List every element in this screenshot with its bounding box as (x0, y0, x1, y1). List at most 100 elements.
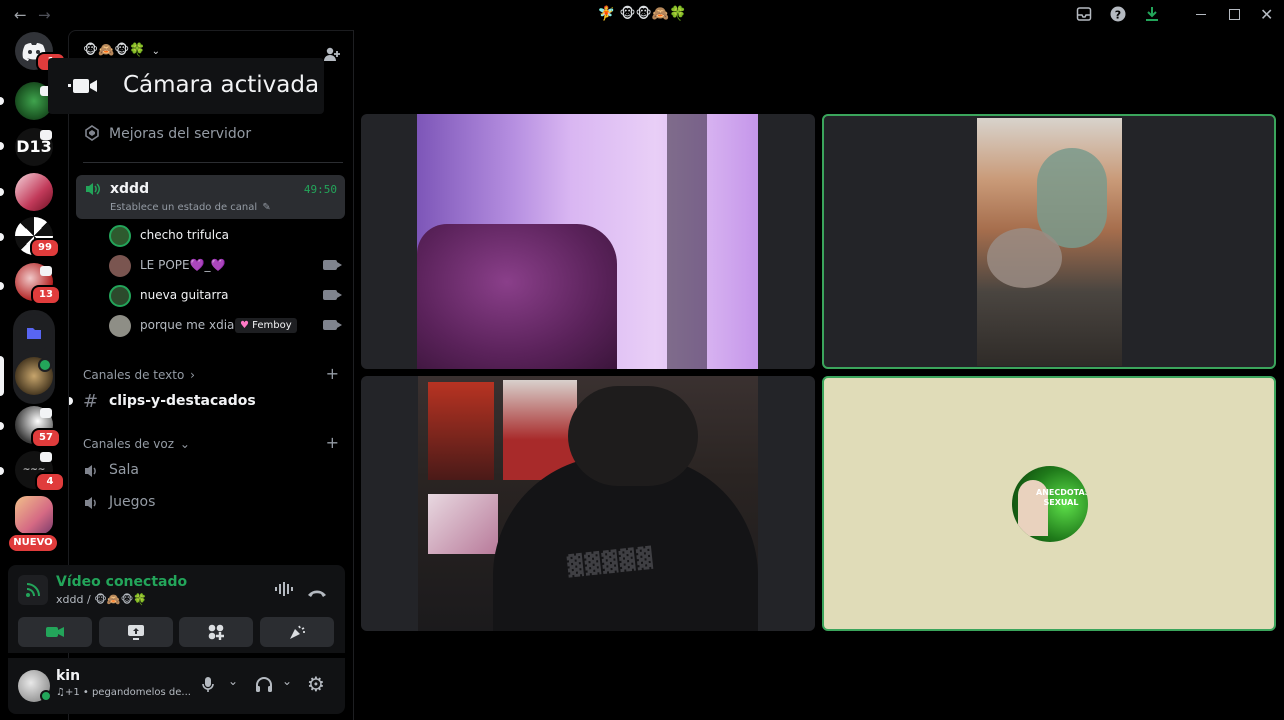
unread-pill (0, 233, 4, 241)
voice-location[interactable]: xddd / 🐵🙈🐵🍀 (56, 593, 147, 606)
heart-icon: ♥ (240, 320, 249, 331)
mention-badge: 13 (31, 285, 61, 305)
headphones-icon[interactable] (255, 676, 273, 698)
video-feed-purple-room (417, 114, 758, 369)
voice-user[interactable]: LE POPE💜_💜 (109, 253, 345, 279)
download-icon[interactable] (1142, 6, 1162, 24)
video-feed-upside-down (977, 118, 1122, 366)
call-timer: 49:50 (303, 183, 337, 196)
chevron-right-icon: › (190, 368, 195, 382)
unread-pill (69, 397, 73, 405)
chevron-down-icon[interactable]: ⌄ (228, 674, 238, 688)
add-member-icon[interactable] (323, 45, 341, 67)
camera-icon (323, 320, 342, 330)
voice-channel[interactable]: Sala (109, 462, 139, 478)
video-tile[interactable] (361, 114, 815, 369)
signal-icon[interactable] (18, 575, 48, 605)
unread-pill (0, 467, 4, 475)
avatar: ANECDOTAS SEXUAL (1012, 466, 1088, 542)
selected-pill (0, 356, 4, 396)
share-screen-button[interactable] (99, 617, 173, 647)
soundboard-button[interactable] (260, 617, 334, 647)
avatar (109, 225, 131, 247)
category-label: Canales de texto (83, 368, 185, 382)
microphone-icon[interactable] (201, 676, 215, 698)
chat-indicator-icon (40, 452, 52, 462)
mention-badge: 4 (35, 472, 65, 492)
camera-toggle-button[interactable] (18, 617, 92, 647)
unread-pill (0, 282, 4, 290)
camera-icon (323, 260, 342, 270)
voice-connection-panel: Vídeo conectado xddd / 🐵🙈🐵🍀 (8, 565, 345, 653)
folder-icon[interactable] (15, 314, 53, 352)
chat-indicator-icon (40, 266, 52, 276)
chat-indicator-icon (40, 130, 52, 140)
category-label: Canales de voz (83, 437, 175, 451)
video-tile[interactable] (822, 114, 1276, 369)
server-name[interactable]: 🐵🙈🐵🍀 ⌄ (83, 43, 160, 58)
voice-user-name: checho trifulca (140, 228, 230, 242)
disconnect-icon[interactable] (307, 584, 327, 603)
person-shape (1037, 148, 1107, 248)
toast-text: Cámara activada (123, 72, 320, 98)
voice-user-name: nueva guitarra (140, 288, 229, 302)
hashtag-icon: # (83, 391, 99, 412)
minimize-icon[interactable] (1196, 14, 1206, 15)
video-tile[interactable]: ANECDOTAS SEXUAL (822, 376, 1276, 631)
voice-channel-active[interactable]: xddd 49:50 Establece un estado de canal … (76, 175, 345, 219)
user-panel: kin ♫+1 • pegandomelos de... ⌄ ⌄ ⚙ (8, 658, 345, 714)
boost-icon (85, 125, 99, 145)
video-active-icon (38, 358, 52, 372)
hair-shape (568, 386, 698, 486)
channel-status[interactable]: Establece un estado de canal ✎ (110, 202, 271, 213)
text-channel[interactable]: clips-y-destacados (109, 393, 256, 409)
activities-button[interactable] (179, 617, 253, 647)
title-bar: ← → 🧚 🐵🐵🙈🍀 ? ✕ (0, 0, 1284, 30)
camera-toast: Cámara activada (48, 58, 324, 114)
camera-icon (323, 290, 342, 300)
mention-badge: 57 (31, 428, 61, 448)
avatar (109, 315, 131, 337)
divider (353, 30, 354, 720)
soundwave-icon[interactable] (274, 581, 294, 601)
server-anime-icon[interactable] (15, 173, 53, 211)
inbox-icon[interactable] (1074, 6, 1094, 24)
door-frame (667, 114, 707, 369)
add-voice-channel-icon[interactable]: + (326, 433, 339, 452)
unread-pill (0, 422, 4, 430)
unread-pill (0, 142, 4, 150)
username[interactable]: kin (56, 668, 80, 684)
channel-status-text: Establece un estado de canal (110, 202, 258, 213)
server-group-icon[interactable] (15, 496, 53, 534)
channel-name: xddd (110, 181, 150, 197)
category-text[interactable]: Canales de texto › (83, 368, 195, 382)
add-text-channel-icon[interactable]: + (326, 364, 339, 383)
help-icon[interactable]: ? (1108, 6, 1128, 24)
voice-user-name: porque me xdiai (140, 318, 238, 332)
voice-user[interactable]: checho trifulca (109, 223, 345, 249)
maximize-icon[interactable] (1229, 9, 1240, 20)
avatar (109, 255, 131, 277)
voice-user[interactable]: porque me xdiai ♥ Femboy (109, 313, 345, 339)
chevron-down-icon[interactable]: ⌄ (282, 674, 292, 688)
settings-gear-icon[interactable]: ⚙ (307, 674, 325, 694)
voice-channel[interactable]: Juegos (109, 494, 155, 510)
video-camera-icon (68, 78, 98, 98)
poster-1 (428, 382, 494, 480)
chevron-down-icon: ⌄ (179, 437, 190, 451)
close-icon[interactable]: ✕ (1260, 5, 1273, 24)
online-status-icon (40, 690, 52, 702)
video-tile[interactable]: ▓▓▓▓▓ (361, 376, 815, 631)
server-boost-link[interactable]: Mejoras del servidor (109, 126, 251, 142)
svg-text:?: ? (1115, 9, 1121, 22)
voice-user[interactable]: nueva guitarra (109, 283, 345, 309)
avatar (109, 285, 131, 307)
voice-user-name: LE POPE💜_💜 (140, 258, 226, 272)
avatar-text: ANECDOTAS SEXUAL (1036, 488, 1088, 507)
category-voice[interactable]: Canales de voz ⌄ (83, 437, 190, 451)
voice-status[interactable]: Vídeo conectado (56, 574, 187, 590)
speaker-icon (83, 463, 101, 483)
unread-pill (0, 97, 4, 105)
unread-pill (0, 188, 4, 196)
user-status: ♫+1 • pegandomelos de... (56, 687, 191, 698)
